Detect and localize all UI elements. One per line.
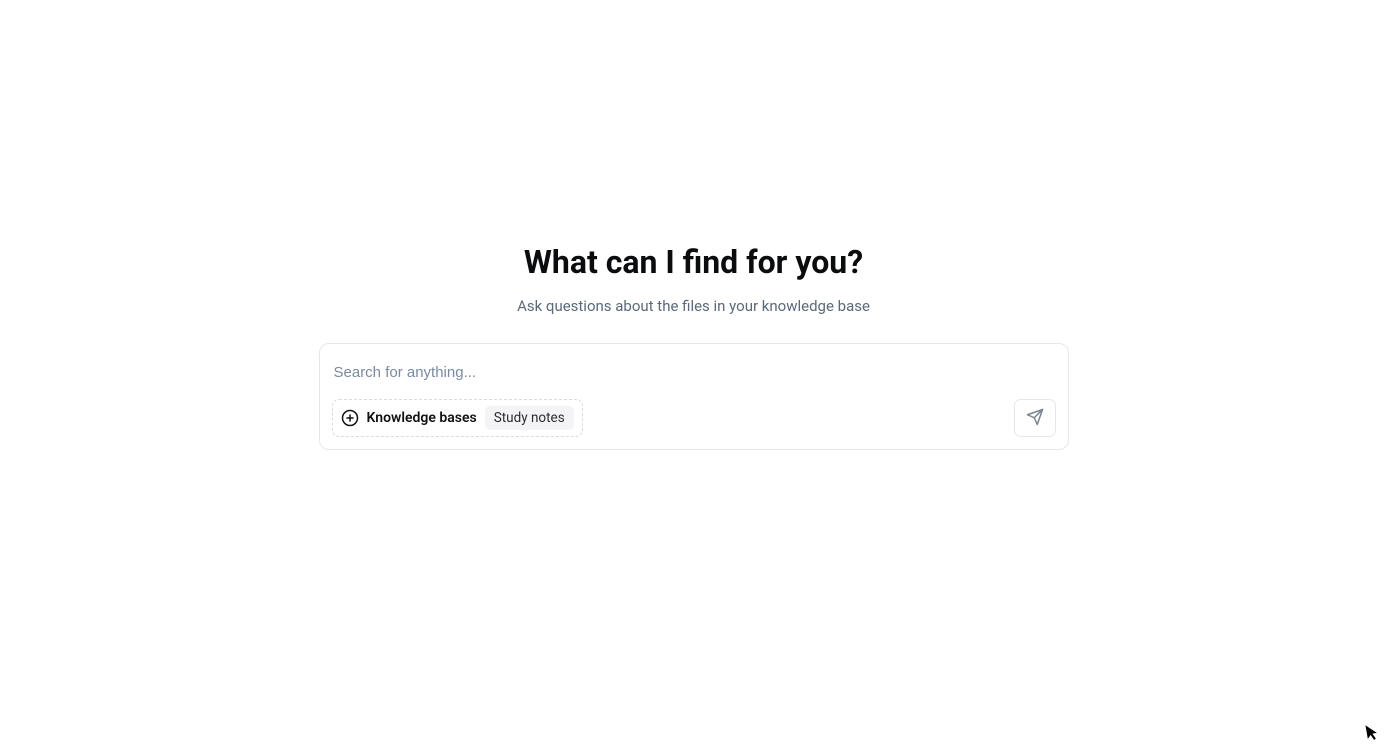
send-icon (1026, 408, 1044, 429)
main-container: What can I find for you? Ask questions a… (0, 0, 1387, 450)
search-bottom-row: Knowledge bases Study notes (332, 399, 1056, 437)
add-knowledge-base-button[interactable]: Knowledge bases (341, 409, 477, 427)
cursor-icon (1365, 723, 1380, 745)
knowledge-base-chip[interactable]: Study notes (485, 406, 574, 430)
search-input[interactable] (332, 356, 1056, 399)
page-subtitle: Ask questions about the files in your kn… (517, 297, 870, 315)
plus-circle-icon (341, 409, 359, 427)
search-card: Knowledge bases Study notes (319, 343, 1069, 450)
knowledge-bases-group: Knowledge bases Study notes (332, 399, 583, 437)
knowledge-bases-label: Knowledge bases (367, 410, 477, 426)
page-title: What can I find for you? (524, 243, 863, 281)
send-button[interactable] (1014, 399, 1056, 437)
